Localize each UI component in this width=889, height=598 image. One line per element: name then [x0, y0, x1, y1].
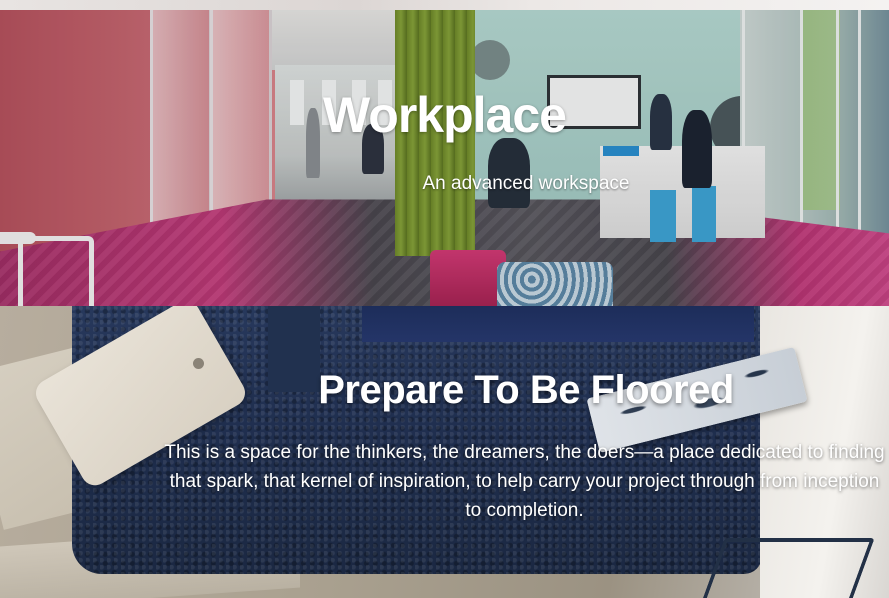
floored-section: Prepare To Be Floored This is a space fo… — [0, 306, 889, 598]
top-edge-strip — [0, 0, 889, 10]
hero-title: Workplace — [323, 87, 567, 143]
workplace-hero[interactable]: Workplace An advanced workspace — [0, 10, 889, 306]
hero-subtitle: An advanced workspace — [422, 173, 630, 194]
floored-description: This is a space for the thinkers, the dr… — [164, 442, 885, 521]
floored-title: Prepare To Be Floored — [318, 368, 734, 412]
